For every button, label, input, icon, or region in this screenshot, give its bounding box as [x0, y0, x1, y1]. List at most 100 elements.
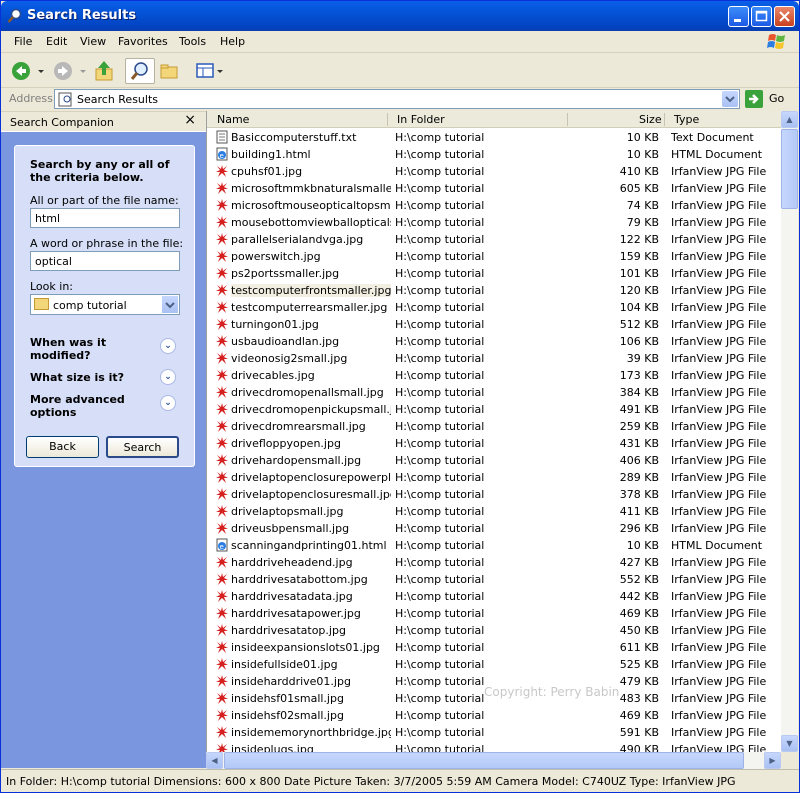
file-name: drivefloppyopen.jpg [231, 437, 341, 450]
when-modified-option[interactable]: When was it modified? [30, 336, 150, 362]
folder-icon [34, 298, 49, 310]
table-row[interactable]: powerswitch.jpg H:\comp tutorial 159 KB Irf… [207, 248, 781, 265]
table-row[interactable]: testcomputerrearsmaller.jpg H:\comp tutor… [207, 299, 781, 316]
file-size: 384 KB [619, 386, 659, 399]
table-row[interactable]: harddrivesatatop.jpg H:\comp tutorial 450 … [207, 622, 781, 639]
table-row[interactable]: videonosig2small.jpg H:\comp tutorial 39 K… [207, 350, 781, 367]
file-name: Basiccomputerstuff.txt [231, 131, 357, 144]
table-row[interactable]: insidefullside01.jpg H:\comp tutorial 525 … [207, 656, 781, 673]
scroll-up-button[interactable]: ▲ [781, 111, 798, 128]
back-button[interactable]: Back [26, 436, 99, 458]
table-row[interactable]: cpuhsf01.jpg H:\comp tutorial 410 KB IrfanV… [207, 163, 781, 180]
back-arrow-icon[interactable] [9, 58, 47, 84]
search-companion-close-icon[interactable]: × [184, 112, 196, 128]
file-size: 296 KB [619, 522, 659, 535]
file-type: IrfanView JPG File [671, 199, 767, 212]
maximize-button[interactable] [751, 6, 772, 27]
phrase-input[interactable] [30, 251, 180, 271]
column-type[interactable]: Type [674, 113, 699, 126]
table-row[interactable]: mousebottomviewballopticals.... H:\comp t… [207, 214, 781, 231]
address-dropdown[interactable] [722, 91, 738, 107]
size-option[interactable]: What size is it? [30, 371, 150, 384]
table-row[interactable]: turningon01.jpg H:\comp tutorial 512 KB Irf… [207, 316, 781, 333]
column-name[interactable]: Name [217, 113, 249, 126]
double-chevron-down-icon[interactable]: ⌄ [160, 369, 176, 385]
scroll-left-button[interactable]: ◀ [206, 752, 223, 769]
search-window-icon [7, 8, 22, 23]
vertical-scroll-thumb[interactable] [781, 129, 798, 209]
table-row[interactable]: insidememorynorthbridge.jpg H:\comp tutor… [207, 724, 781, 741]
close-button[interactable] [774, 6, 795, 27]
double-chevron-down-icon[interactable]: ⌄ [160, 395, 176, 411]
scroll-down-button[interactable]: ▼ [781, 735, 798, 752]
table-row[interactable]: drivecables.jpg H:\comp tutorial 173 KB Irf… [207, 367, 781, 384]
address-field[interactable]: Search Results [54, 89, 740, 109]
file-type: IrfanView JPG File [671, 165, 767, 178]
horizontal-scroll-thumb[interactable] [224, 752, 744, 769]
table-row[interactable]: drivelaptopenclosuresmall.jpg H:\comp tut… [207, 486, 781, 503]
search-toggle-button[interactable] [125, 58, 155, 84]
table-row[interactable]: testcomputerfrontsmaller.jpg H:\comp tuto… [207, 282, 781, 299]
column-size[interactable]: Size [639, 113, 662, 126]
table-row[interactable]: e scanningandprinting01.html H:\comp tutor… [207, 537, 781, 554]
table-row[interactable]: harddrivesatapower.jpg H:\comp tutorial 46… [207, 605, 781, 622]
table-row[interactable]: insidehsf02small.jpg H:\comp tutorial 469 … [207, 707, 781, 724]
menu-favorites[interactable]: Favorites [118, 35, 168, 48]
table-row[interactable]: microsoftmmkbnaturalsmaller.... H:\comp t… [207, 180, 781, 197]
lookin-dropdown[interactable] [162, 296, 178, 313]
table-row[interactable]: drivecdromopenallsmall.jpg H:\comp tutori… [207, 384, 781, 401]
minimize-button[interactable] [728, 6, 749, 27]
double-chevron-down-icon[interactable]: ⌄ [160, 338, 176, 354]
menu-edit[interactable]: Edit [46, 35, 67, 48]
column-divider[interactable] [387, 113, 388, 126]
table-row[interactable]: drivecdromopenpickupsmall.jpg H:\comp tut… [207, 401, 781, 418]
file-folder: H:\comp tutorial [395, 488, 485, 501]
forward-arrow-icon[interactable] [51, 58, 89, 84]
irfanview-icon [216, 454, 228, 466]
table-row[interactable]: usbaudioandlan.jpg H:\comp tutorial 106 KB… [207, 333, 781, 350]
table-row[interactable]: harddriveheadend.jpg H:\comp tutorial 427 … [207, 554, 781, 571]
up-folder-icon[interactable] [93, 58, 115, 84]
table-row[interactable]: Basiccomputerstuff.txt H:\comp tutorial 10… [207, 129, 781, 146]
file-type: IrfanView JPG File [671, 556, 767, 569]
irfanview-icon [216, 726, 228, 738]
menu-tools[interactable]: Tools [179, 35, 206, 48]
table-row[interactable]: harddrivesatadata.jpg H:\comp tutorial 442… [207, 588, 781, 605]
file-type: IrfanView JPG File [671, 182, 767, 195]
column-divider[interactable] [664, 113, 665, 126]
column-folder[interactable]: In Folder [397, 113, 445, 126]
filename-input[interactable] [30, 208, 180, 228]
table-row[interactable]: drivecdromrearsmall.jpg H:\comp tutorial 2… [207, 418, 781, 435]
file-size: 159 KB [619, 250, 659, 263]
menu-view[interactable]: View [80, 35, 106, 48]
search-button[interactable]: Search [106, 436, 179, 458]
table-row[interactable]: insideplugs.jpg H:\comp tutorial 490 KB Irf… [207, 741, 781, 752]
table-row[interactable]: ps2portssmaller.jpg H:\comp tutorial 101 K… [207, 265, 781, 282]
table-row[interactable]: drivehardopensmall.jpg H:\comp tutorial 40… [207, 452, 781, 469]
table-row[interactable]: harddrivesatabottom.jpg H:\comp tutorial 5… [207, 571, 781, 588]
lookin-select[interactable]: comp tutorial [30, 294, 180, 315]
column-divider[interactable] [567, 113, 568, 126]
table-row[interactable]: drivelaptopsmall.jpg H:\comp tutorial 411 … [207, 503, 781, 520]
folders-icon[interactable] [158, 58, 180, 84]
go-button[interactable]: Go [745, 89, 789, 109]
go-arrow-icon [745, 90, 763, 108]
table-row[interactable]: drivefloppyopen.jpg H:\comp tutorial 431 K… [207, 435, 781, 452]
table-row[interactable]: parallelserialandvga.jpg H:\comp tutorial… [207, 231, 781, 248]
file-type: IrfanView JPG File [671, 301, 767, 314]
views-icon[interactable] [193, 58, 227, 84]
file-type: IrfanView JPG File [671, 267, 767, 280]
vertical-scrollbar[interactable]: ▲ ▼ [781, 111, 798, 752]
horizontal-scrollbar[interactable]: ◀ ▶ [206, 752, 781, 769]
table-row[interactable]: microsoftmouseopticaltopsmal... H:\comp t… [207, 197, 781, 214]
title-bar[interactable]: Search Results [1, 1, 799, 31]
copyright-watermark: Copyright: Perry Babin [484, 685, 620, 699]
scroll-right-button[interactable]: ▶ [764, 752, 781, 769]
advanced-options[interactable]: More advanced options [30, 393, 150, 419]
menu-file[interactable]: File [14, 35, 32, 48]
table-row[interactable]: insideexpansionslots01.jpg H:\comp tutori… [207, 639, 781, 656]
table-row[interactable]: driveusbpensmall.jpg H:\comp tutorial 296 … [207, 520, 781, 537]
table-row[interactable]: e building1.html H:\comp tutorial 10 KB HTML… [207, 146, 781, 163]
menu-help[interactable]: Help [220, 35, 245, 48]
table-row[interactable]: drivelaptopenclosurepowerplu... H:\comp t… [207, 469, 781, 486]
